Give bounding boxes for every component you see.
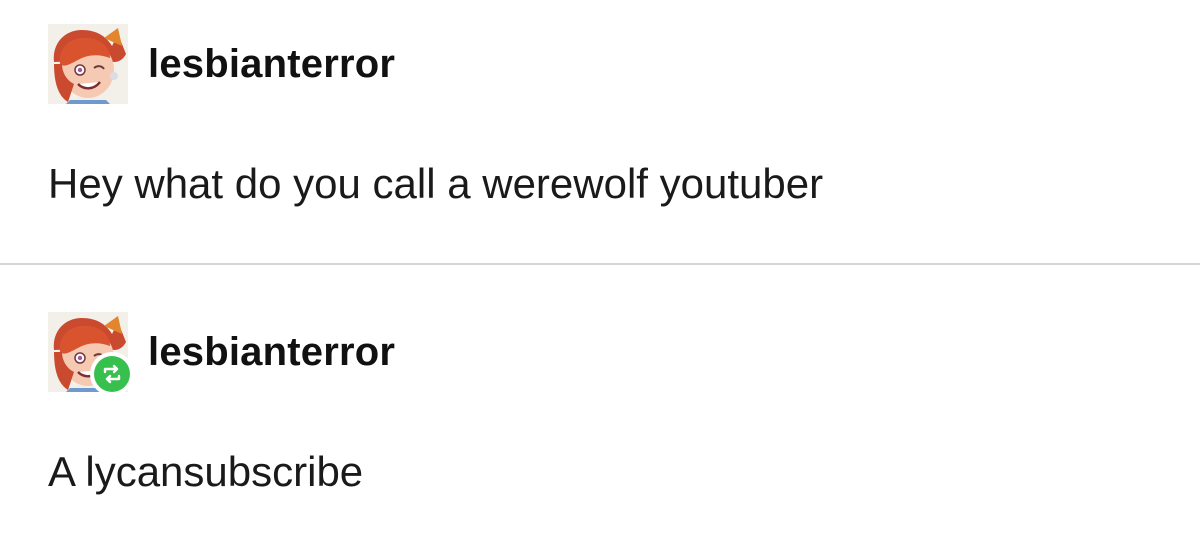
reblog-badge xyxy=(90,352,134,396)
username[interactable]: lesbianterror xyxy=(148,330,395,375)
user-avatar-icon xyxy=(48,24,128,104)
post-header: lesbianterror xyxy=(48,24,395,104)
post: lesbianterror A lycansubscribe xyxy=(0,266,1200,534)
reblog-icon xyxy=(103,364,121,384)
avatar[interactable] xyxy=(48,24,128,104)
post-header: lesbianterror xyxy=(48,312,395,396)
post-text: A lycansubscribe xyxy=(48,448,364,495)
post-text: Hey what do you call a werewolf youtuber xyxy=(48,160,824,207)
post-divider xyxy=(0,263,1200,265)
username[interactable]: lesbianterror xyxy=(148,42,395,87)
post: lesbianterror Hey what do you call a wer… xyxy=(0,0,1200,264)
avatar[interactable] xyxy=(48,312,134,396)
